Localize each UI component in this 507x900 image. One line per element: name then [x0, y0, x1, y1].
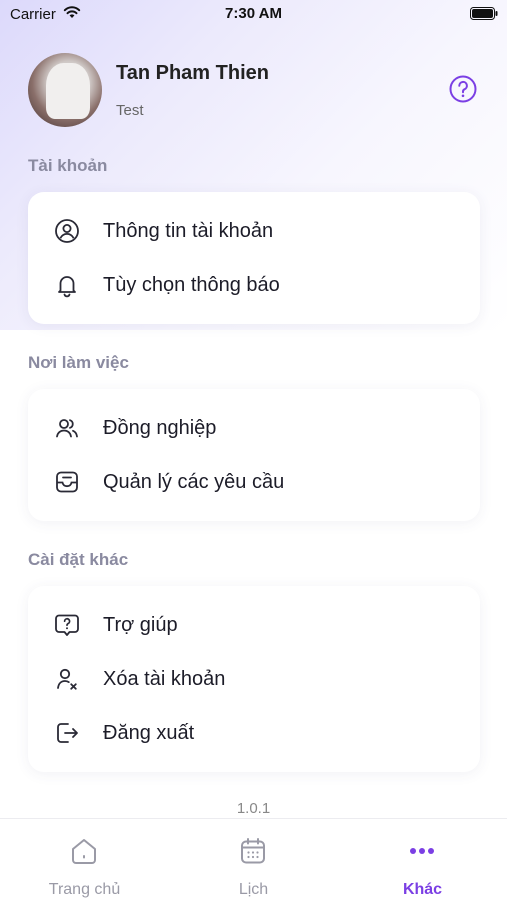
- tab-home[interactable]: Trang chủ: [0, 819, 169, 900]
- battery-icon: [470, 7, 498, 20]
- menu-item-help[interactable]: Trợ giúp: [28, 598, 480, 652]
- menu-item-label: Đồng nghiệp: [103, 417, 217, 439]
- section-title-account: Tài khoản: [28, 156, 108, 175]
- bell-icon: [58, 276, 76, 298]
- menu-item-label: Tùy chọn thông báo: [103, 274, 280, 296]
- profile-name: Tan Pham Thien: [116, 62, 269, 84]
- logout-icon: [57, 723, 78, 743]
- menu-item-label: Thông tin tài khoản: [103, 220, 274, 242]
- profile-subtitle: Test: [116, 102, 144, 119]
- tab-label: Khác: [402, 881, 443, 898]
- menu-item-label: Quản lý các yêu cầu: [103, 471, 285, 493]
- tab-calendar[interactable]: Lịch: [169, 819, 338, 900]
- more-icon: [410, 848, 434, 854]
- status-bar: Carrier 7:30 AM: [0, 0, 507, 30]
- menu-item-delete-account[interactable]: Xóa tài khoản: [28, 652, 480, 706]
- user-remove-icon: [57, 668, 77, 690]
- user-circle-icon: [55, 219, 79, 243]
- workplace-card: Đồng nghiệp Quản lý các yêu cầu: [28, 389, 480, 521]
- screen: Carrier 7:30 AM Tan Pham Thien Test Tài …: [0, 0, 507, 900]
- home-icon: [72, 839, 96, 864]
- menu-item-manage-requests[interactable]: Quản lý các yêu cầu: [28, 455, 480, 509]
- section-title-workplace: Nơi làm việc: [28, 353, 129, 372]
- menu-item-label: Đăng xuất: [103, 722, 195, 744]
- app-version: 1.0.1: [236, 800, 271, 817]
- tab-label: Lịch: [238, 881, 269, 898]
- tab-label: Trang chủ: [48, 881, 121, 898]
- tab-more[interactable]: Khác: [338, 819, 507, 900]
- menu-item-label: Trợ giúp: [103, 614, 178, 636]
- avatar[interactable]: [28, 53, 102, 127]
- account-card: Thông tin tài khoản Tùy chọn thông báo: [28, 192, 480, 324]
- menu-item-colleagues[interactable]: Đồng nghiệp: [28, 401, 480, 455]
- help-chat-icon: [55, 614, 79, 636]
- help-button[interactable]: [448, 74, 478, 104]
- inbox-icon: [56, 471, 78, 493]
- clock: 7:30 AM: [225, 5, 282, 22]
- menu-item-notification-settings[interactable]: Tùy chọn thông báo: [28, 258, 480, 312]
- other-settings-card: Trợ giúp Xóa tài khoản Đăng xuất: [28, 586, 480, 772]
- menu-item-label: Xóa tài khoản: [103, 668, 226, 690]
- calendar-icon: [241, 838, 265, 864]
- section-title-other: Cài đặt khác: [28, 550, 129, 569]
- menu-item-account-info[interactable]: Thông tin tài khoản: [28, 204, 480, 258]
- users-icon: [56, 419, 78, 438]
- tab-bar: Trang chủ Lịch Khác: [0, 818, 507, 900]
- avatar-photo: [46, 63, 90, 119]
- menu-item-logout[interactable]: Đăng xuất: [28, 706, 480, 760]
